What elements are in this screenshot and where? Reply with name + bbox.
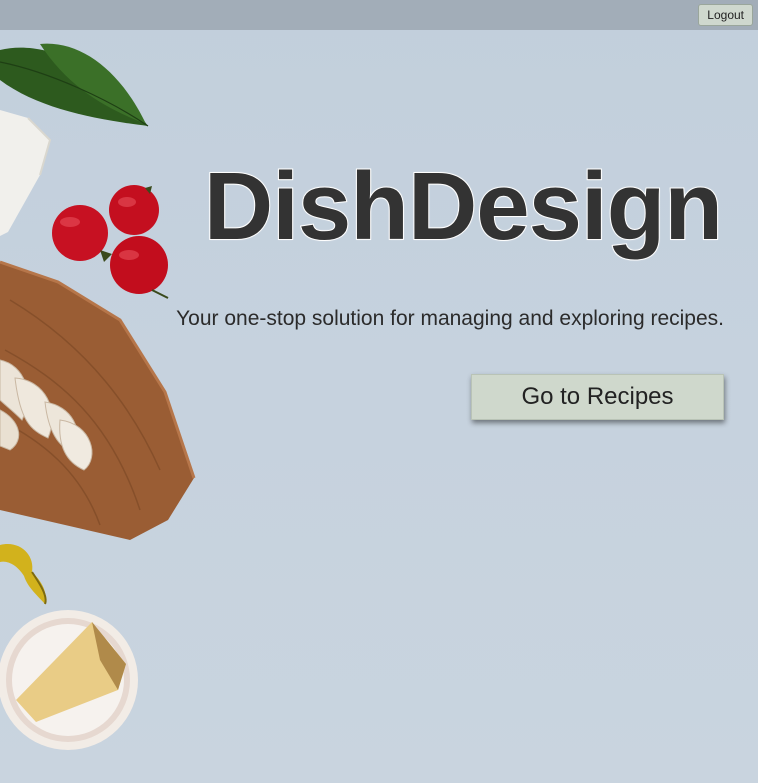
parmesan-bowl-icon [0,610,138,750]
tomatoes-icon [52,185,169,299]
logout-button[interactable]: Logout [698,4,753,26]
yellow-pepper-icon [0,544,47,605]
go-to-recipes-button[interactable]: Go to Recipes [471,374,724,420]
top-bar: Logout [0,0,758,30]
basil-leaf-icon [0,43,149,127]
cheese-wedge-icon [0,110,52,236]
app-tagline: Your one-stop solution for managing and … [176,307,724,330]
app-title: DishDesign [203,152,724,261]
